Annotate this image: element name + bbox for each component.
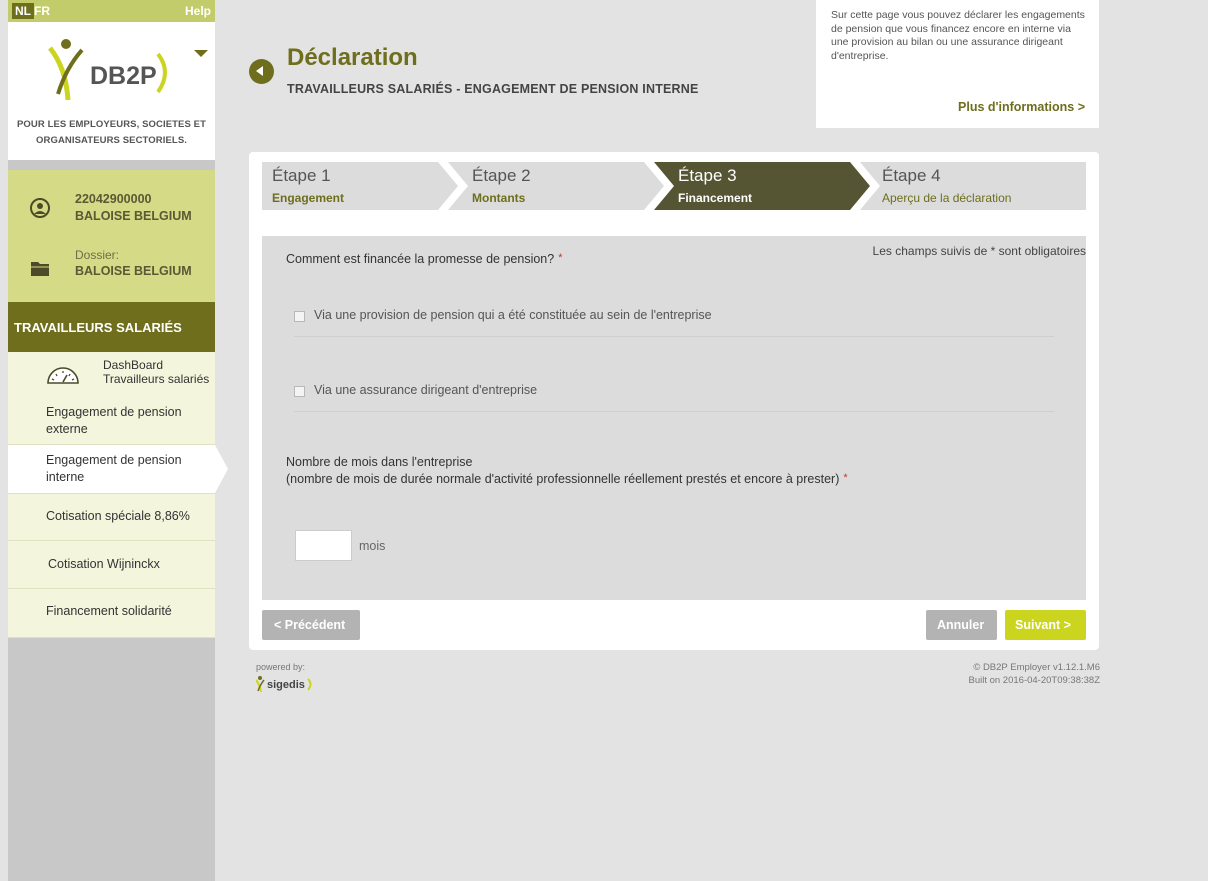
cotisation-speciale-label: Cotisation spéciale 8,86% [46, 509, 190, 523]
declaration-panel: Étape 1 Engagement Étape 2 Montants Étap… [249, 152, 1099, 650]
months-question-detail: (nombre de mois de durée normale d'activ… [286, 472, 848, 486]
sidebar-item-engagement-externe[interactable]: Engagement de pension externe [8, 398, 215, 445]
cancel-button-label: Annuler [937, 618, 985, 632]
next-button-label: Suivant > [1015, 618, 1071, 632]
step-wizard: Étape 1 Engagement Étape 2 Montants Étap… [262, 162, 1086, 210]
previous-button[interactable]: < Précédent [262, 610, 360, 640]
info-box: Sur cette page vous pouvez déclarer les … [816, 0, 1099, 128]
months-question: Nombre de mois dans l'entreprise [286, 455, 473, 469]
page-title: Déclaration [287, 44, 418, 71]
dashboard-label-2: Travailleurs salariés [103, 372, 210, 386]
option-assurance-row[interactable]: Via une assurance dirigeant d'entreprise [294, 375, 1054, 412]
language-bar: NL FR Help [8, 0, 215, 22]
svg-text:DB2P: DB2P [90, 62, 157, 90]
build-info: Built on 2016-04-20T09:38:38Z [968, 675, 1100, 686]
logo-area: DB2P POUR LES EMPLOYEURS, SOCIETES ET OR… [8, 22, 215, 160]
db2p-logo[interactable]: DB2P [46, 34, 181, 104]
powered-by-label: powered by: [256, 662, 306, 672]
engagement-externe-label-1: Engagement de pension [46, 405, 182, 419]
sidebar-item-financement-solidarite[interactable]: Financement solidarité [8, 589, 215, 638]
employer-number: 22042900000 [75, 192, 152, 206]
option-provision-label[interactable]: Via une provision de pension qui a été c… [314, 308, 712, 322]
cancel-button[interactable]: Annuler [926, 610, 997, 640]
sidebar-item-cotisation-speciale[interactable]: Cotisation spéciale 8,86% [8, 494, 215, 541]
step-1[interactable]: Étape 1 Engagement [262, 162, 442, 210]
option-assurance-label[interactable]: Via une assurance dirigeant d'entreprise [314, 383, 537, 397]
financing-question-text: Comment est financée la promesse de pens… [286, 252, 555, 266]
active-item-arrow [215, 445, 228, 493]
section-arrow [194, 50, 208, 57]
page-subtitle: TRAVAILLEURS SALARIÉS - ENGAGEMENT DE PE… [287, 82, 699, 96]
months-question-detail-text: (nombre de mois de durée normale d'activ… [286, 472, 840, 486]
dossier-label: Dossier: [75, 248, 120, 262]
section-header: TRAVAILLEURS SALARIÉS [8, 302, 215, 352]
step-3-number: Étape 3 [678, 166, 737, 185]
step-2[interactable]: Étape 2 Montants [462, 162, 642, 210]
required-marker: * [843, 472, 848, 484]
step-2-name: Montants [472, 191, 526, 205]
sidebar-item-dashboard[interactable]: DashBoard Travailleurs salariés [8, 352, 215, 399]
tagline-line-1: POUR LES EMPLOYEURS, SOCIETES ET [16, 119, 206, 130]
months-input[interactable] [295, 530, 352, 561]
step-3-name: Financement [678, 191, 753, 205]
step-2-number: Étape 2 [472, 166, 531, 185]
option-provision-row[interactable]: Via une provision de pension qui a été c… [294, 300, 1054, 337]
option-provision-checkbox[interactable] [294, 311, 305, 322]
financing-question: Comment est financée la promesse de pens… [286, 252, 563, 266]
tagline-line-2: ORGANISATEURS SECTORIELS. [36, 135, 187, 146]
dashboard-gauge-icon [47, 367, 79, 384]
more-info-link[interactable]: Plus d'informations > [958, 100, 1085, 114]
dashboard-label-1: DashBoard [103, 358, 164, 372]
step-1-name: Engagement [272, 191, 345, 205]
info-text: Sur cette page vous pouvez déclarer les … [831, 9, 1085, 62]
folder-icon [31, 262, 49, 276]
previous-button-label: < Précédent [274, 618, 346, 632]
back-button[interactable] [249, 59, 274, 84]
engagement-interne-label-2: interne [46, 470, 85, 484]
step-3[interactable]: Étape 3 Financement [668, 162, 848, 210]
sidebar-item-cotisation-wijninckx[interactable]: Cotisation Wijninckx [8, 541, 215, 589]
required-fields-note: Les champs suivis de * sont obligatoires [872, 244, 1086, 258]
step-1-number: Étape 1 [272, 166, 331, 185]
cotisation-wijninckx-label: Cotisation Wijninckx [48, 557, 160, 571]
sidebar: NL FR Help DB2P POUR LES EMPLOYEURS, SOC… [8, 0, 228, 881]
employer-name: BALOISE BELGIUM [75, 209, 192, 223]
section-title: TRAVAILLEURS SALARIÉS [14, 320, 182, 335]
financing-form: Les champs suivis de * sont obligatoires… [262, 236, 1086, 600]
tagline: POUR LES EMPLOYEURS, SOCIETES ET ORGANIS… [8, 117, 215, 149]
dossier-name: BALOISE BELGIUM [75, 264, 192, 278]
option-assurance-checkbox[interactable] [294, 386, 305, 397]
lang-fr-link[interactable]: FR [31, 3, 53, 19]
engagement-externe-label-2: externe [46, 422, 88, 436]
help-link[interactable]: Help [185, 4, 211, 18]
step-4[interactable]: Étape 4 Aperçu de la déclaration [872, 162, 1082, 210]
sidebar-item-engagement-interne[interactable]: Engagement de pension interne [8, 445, 215, 494]
sigedis-logo-text: sigedis [267, 679, 305, 691]
step-4-name: Aperçu de la déclaration [882, 191, 1012, 205]
step-4-number: Étape 4 [882, 166, 941, 185]
next-button[interactable]: Suivant > [1005, 610, 1086, 640]
engagement-interne-label-1: Engagement de pension [46, 453, 182, 467]
financement-solidarite-label: Financement solidarité [46, 604, 172, 618]
employer-box: 22042900000 BALOISE BELGIUM Dossier: BAL… [8, 170, 215, 302]
months-unit: mois [359, 539, 386, 553]
user-icon [30, 198, 50, 218]
copyright-text: © DB2P Employer v1.12.1.M6 [973, 662, 1100, 673]
required-marker: * [558, 252, 563, 264]
